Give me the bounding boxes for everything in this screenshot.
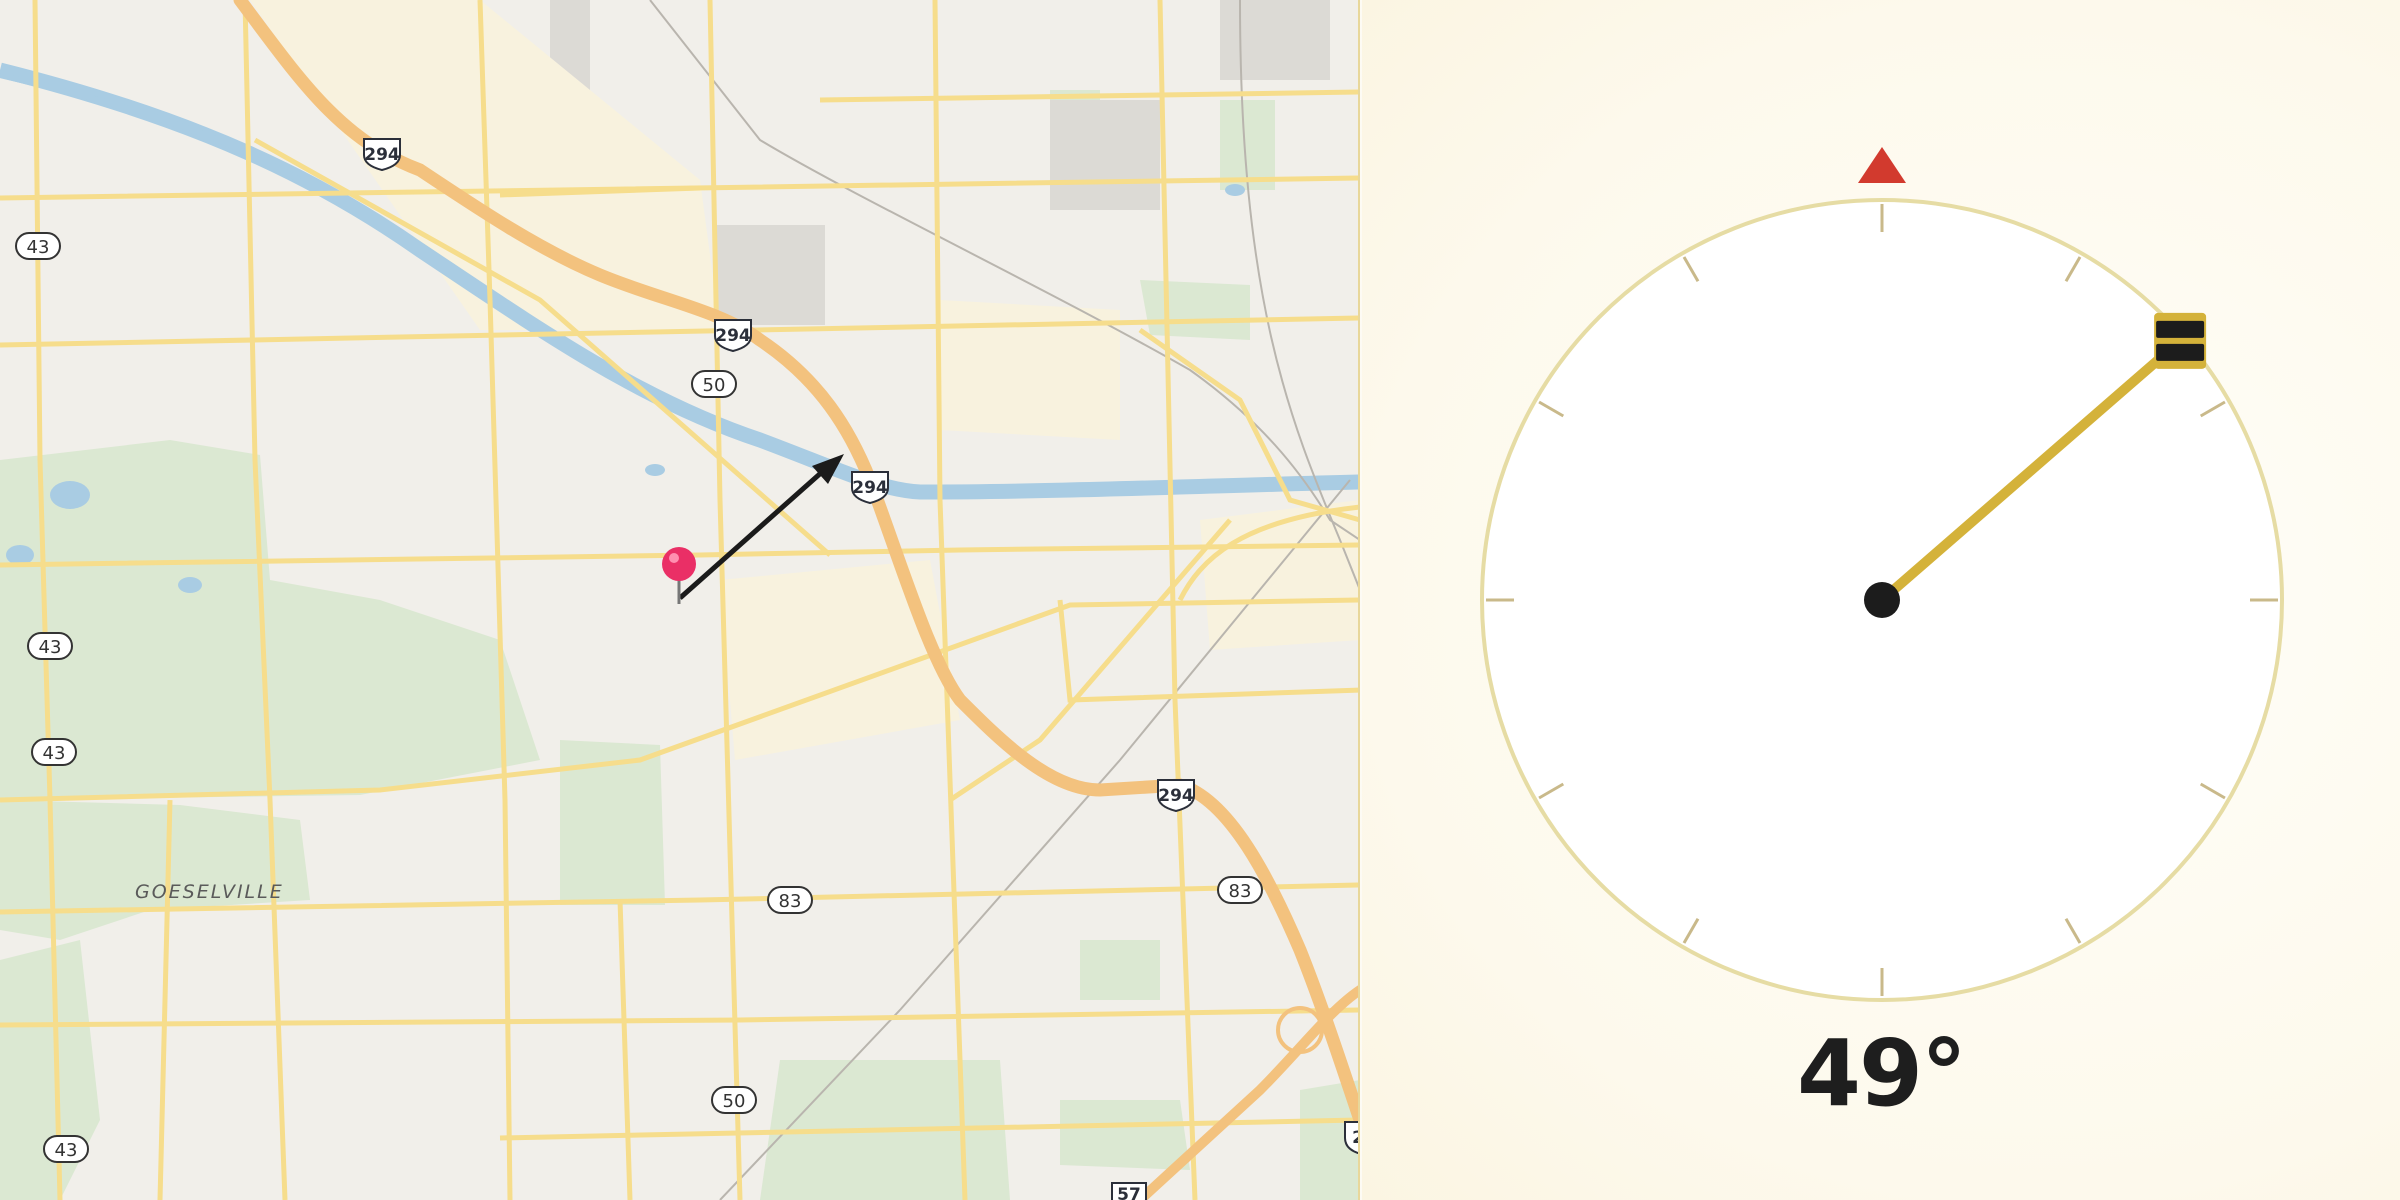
north-marker-icon: [1858, 147, 1906, 183]
dial-hub: [1864, 582, 1900, 618]
shield-label: 57: [1117, 1185, 1141, 1200]
shield-interstate-294-d: 294: [1157, 779, 1195, 813]
town-label: GOESELVILLE: [135, 881, 284, 903]
shield-label: 50: [723, 1091, 746, 1112]
shield-label: 294: [715, 326, 751, 346]
shield-label: 43: [55, 1140, 78, 1161]
shield-us-43-d: 43: [43, 1135, 89, 1163]
shield-label: 83: [779, 891, 802, 912]
shield-us-50-b: 50: [711, 1086, 757, 1114]
shield-label: 43: [43, 743, 66, 764]
shield-interstate-57: 57: [1111, 1182, 1147, 1200]
shield-us-83-a: 83: [767, 886, 813, 914]
shield-us-50-a: 50: [691, 370, 737, 398]
heading-readout: 49°: [1796, 1020, 1967, 1127]
map-canvas[interactable]: 294 294 294 294 2 57 43 43: [0, 0, 1360, 1200]
map-view[interactable]: 294 294 294 294 2 57 43 43: [0, 0, 1360, 1200]
shield-label: 294: [364, 145, 400, 165]
shield-interstate-294-a: 294: [363, 138, 401, 172]
shield-us-43-c: 43: [31, 738, 77, 766]
shield-us-43-b: 43: [27, 632, 73, 660]
shield-label: 2: [1352, 1128, 1360, 1148]
compass-panel: 49°: [1362, 0, 2400, 1200]
shield-us-83-b: 83: [1217, 876, 1263, 904]
shield-label: 294: [1158, 786, 1194, 806]
shield-interstate-294-c: 294: [851, 471, 889, 505]
shield-interstate-294-b: 294: [714, 319, 752, 353]
shield-us-43-a: 43: [15, 232, 61, 260]
needle-drag-handle[interactable]: [2154, 312, 2207, 369]
shield-label: 294: [852, 478, 888, 498]
shield-label: 43: [27, 237, 50, 258]
shield-label: 50: [703, 375, 726, 396]
shield-label: 43: [39, 637, 62, 658]
shield-label: 83: [1229, 881, 1252, 902]
